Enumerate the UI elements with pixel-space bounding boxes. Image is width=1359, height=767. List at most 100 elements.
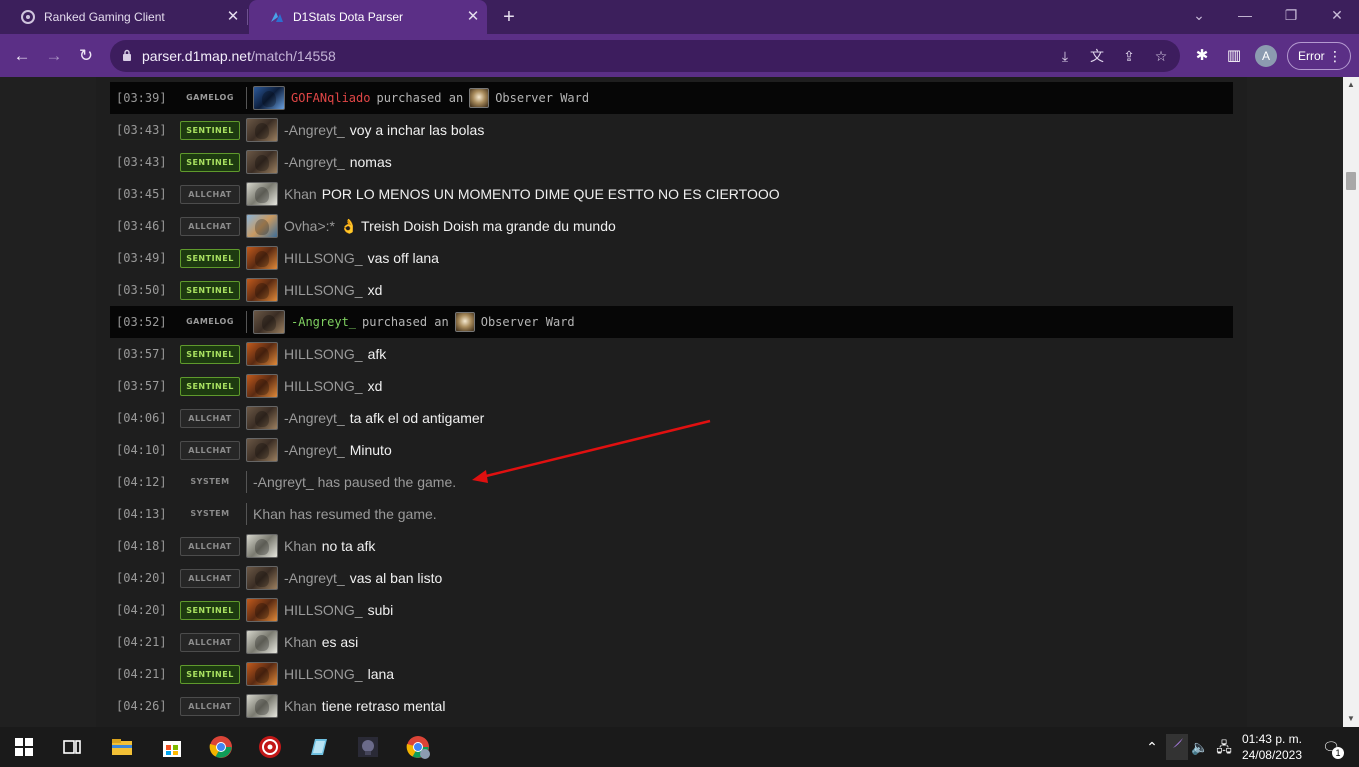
share-icon[interactable]: ⇪ [1119, 46, 1139, 66]
system-clock[interactable]: 01:43 p. m. 24/08/2023 [1240, 731, 1302, 763]
close-tab-icon[interactable]: ✕ [465, 9, 481, 25]
chat-message: tiene retraso mental [321, 698, 446, 714]
clock-date: 24/08/2023 [1241, 748, 1302, 762]
new-tab-button[interactable]: + [498, 6, 520, 28]
extensions-icon[interactable]: ✱ [1191, 45, 1213, 67]
system-message: -Angreyt_ has paused the game. [253, 474, 457, 490]
player-name[interactable]: HILLSONG_ [284, 602, 363, 618]
translate-icon[interactable]: 文 [1087, 46, 1107, 66]
channel-badge: ALLCHAT [180, 216, 240, 236]
timestamp: [03:52] [116, 315, 167, 329]
notification-icon[interactable]: 🗨 1 [1318, 737, 1344, 759]
hero-portrait [246, 278, 278, 302]
page-viewport: [03:39] GAMELOG GOFANqliado purchased an Obs… [0, 77, 1343, 727]
player-name[interactable]: GOFANqliado [291, 91, 370, 105]
hero-portrait [246, 150, 278, 174]
minimize-button[interactable]: — [1223, 0, 1267, 30]
page-scrollbar[interactable]: ▲ ▼ [1343, 77, 1359, 727]
network-icon[interactable]: 🖧 [1214, 737, 1234, 757]
divider [246, 503, 247, 525]
channel-badge: SENTINEL [180, 280, 240, 300]
hero-portrait [246, 214, 278, 238]
player-name[interactable]: -Angreyt_ [284, 442, 345, 458]
close-window-button[interactable]: ✕ [1315, 0, 1359, 30]
task-view-icon[interactable] [60, 735, 84, 759]
player-name[interactable]: HILLSONG_ [284, 250, 363, 266]
file-explorer-icon[interactable] [110, 735, 134, 759]
player-name[interactable]: HILLSONG_ [284, 346, 363, 362]
error-button[interactable]: Error ⋮ [1287, 42, 1351, 70]
tab-ranked-gaming-client[interactable]: Ranked Gaming Client ✕ [0, 0, 247, 34]
start-icon[interactable] [12, 735, 36, 759]
channel-badge: SYSTEM [190, 476, 230, 486]
tab-d1stats-dota-parser[interactable]: D1Stats Dota Parser ✕ [249, 0, 487, 34]
player-name[interactable]: Khan [284, 698, 317, 714]
scroll-up-icon[interactable]: ▲ [1343, 77, 1359, 93]
player-name[interactable]: -Angreyt_ [284, 122, 345, 138]
feather-app-icon[interactable] [1166, 734, 1188, 760]
timestamp: [03:43] [116, 155, 167, 169]
notepad-icon[interactable] [307, 735, 331, 759]
chrome-icon[interactable] [209, 735, 233, 759]
bookmark-star-icon[interactable]: ☆ [1151, 46, 1171, 66]
game-icon[interactable] [356, 735, 380, 759]
chat-message: lana [367, 666, 395, 682]
player-name[interactable]: Khan [284, 186, 317, 202]
hero-portrait [246, 182, 278, 206]
chat-row: [04:12] SYSTEM -Angreyt_ has paused the ga… [110, 466, 1233, 498]
player-name[interactable]: -Angreyt_ [284, 570, 345, 586]
timestamp: [03:39] [116, 91, 167, 105]
url-domain: parser.d1map.net [142, 48, 251, 64]
tab-title: Ranked Gaming Client [44, 10, 165, 24]
channel-badge: SENTINEL [180, 344, 240, 364]
tab-search-icon[interactable]: ⌄ [1177, 0, 1221, 30]
player-name[interactable]: HILLSONG_ [284, 666, 363, 682]
chat-message: vas al ban listo [349, 570, 443, 586]
channel-badge: SENTINEL [180, 248, 240, 268]
divider [246, 87, 247, 109]
chat-row: [04:20] SENTINEL HILLSONG_ subi [110, 594, 1233, 626]
d1stats-icon [269, 9, 285, 25]
chat-row: [03:43] SENTINEL -Angreyt_ voy a inchar las… [110, 114, 1233, 146]
ranked-client-icon[interactable] [258, 735, 282, 759]
system-message: Khan has resumed the game. [253, 506, 437, 522]
player-name[interactable]: Ovha>:* [284, 218, 335, 234]
timestamp: [03:57] [116, 347, 167, 361]
gaming-client-icon [20, 9, 36, 25]
volume-icon[interactable]: 🔈 [1190, 737, 1210, 757]
chat-row: [04:26] ALLCHAT Khan tiene retraso mental [110, 690, 1233, 722]
forward-button[interactable]: → [42, 44, 66, 68]
chrome-profile-icon[interactable] [406, 735, 430, 759]
scrollbar-thumb[interactable] [1346, 172, 1356, 190]
chat-row: [03:43] SENTINEL -Angreyt_ nomas [110, 146, 1233, 178]
player-name[interactable]: HILLSONG_ [284, 378, 363, 394]
reload-button[interactable]: ↻ [74, 44, 98, 68]
chat-message: 👌 Treish Doish Doish ma grande du mundo [339, 217, 616, 234]
player-name[interactable]: HILLSONG_ [284, 282, 363, 298]
channel-badge: ALLCHAT [180, 696, 240, 716]
back-button[interactable]: ← [10, 44, 34, 68]
install-app-icon[interactable]: ⤓ [1055, 46, 1075, 66]
chat-row: [04:20] ALLCHAT -Angreyt_ vas al ban listo [110, 562, 1233, 594]
channel-badge: SENTINEL [180, 376, 240, 396]
timestamp: [04:06] [116, 411, 167, 425]
scroll-down-icon[interactable]: ▼ [1343, 711, 1359, 727]
player-name[interactable]: -Angreyt_ [284, 410, 345, 426]
show-hidden-icons[interactable]: ⌃ [1142, 737, 1162, 757]
side-panel-icon[interactable]: ▥ [1223, 45, 1245, 67]
chat-message: ta afk el od antigamer [349, 410, 485, 426]
close-tab-icon[interactable]: ✕ [225, 9, 241, 25]
player-name[interactable]: Khan [284, 634, 317, 650]
player-name[interactable]: Khan [284, 538, 317, 554]
chat-row: [03:46] ALLCHAT Ovha>:* 👌 Treish Doish Dois… [110, 210, 1233, 242]
address-bar[interactable]: parser.d1map.net/match/14558 ⤓ 文 ⇪ ☆ [110, 40, 1180, 72]
windows-taskbar: ⌃ 🔈 🖧 01:43 p. m. 24/08/2023 🗨 1 [0, 727, 1359, 767]
player-name[interactable]: -Angreyt_ [284, 154, 345, 170]
store-icon[interactable] [160, 735, 184, 759]
tab-divider [247, 9, 248, 25]
hero-portrait [246, 374, 278, 398]
profile-avatar[interactable]: A [1255, 45, 1277, 67]
restore-button[interactable]: ❐ [1269, 0, 1313, 30]
player-name[interactable]: -Angreyt_ [291, 315, 356, 329]
chat-log-panel: [03:39] GAMELOG GOFANqliado purchased an Obs… [96, 77, 1247, 727]
